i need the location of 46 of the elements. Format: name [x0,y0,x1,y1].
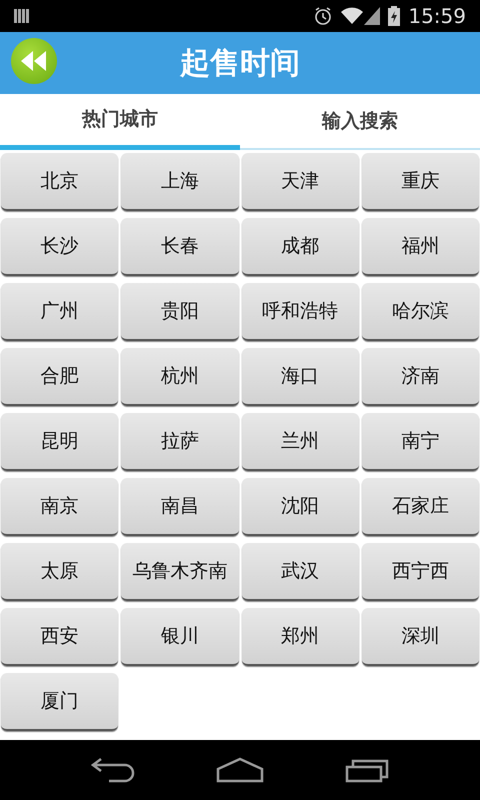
back-button[interactable] [11,38,57,84]
city-button[interactable]: 郑州 [242,608,359,666]
back-nav-icon[interactable] [90,757,135,783]
rewind-icon [21,51,47,71]
city-button[interactable]: 杭州 [121,348,238,406]
city-button[interactable]: 西安 [1,608,118,666]
clock-time: 15:59 [408,3,466,30]
page-title: 起售时间 [180,44,300,82]
city-button[interactable]: 成都 [242,218,359,276]
city-button[interactable]: 深圳 [362,608,479,666]
city-button[interactable]: 南昌 [121,478,238,536]
battery-icon [388,6,400,26]
tab[interactable]: 输入搜索 [240,94,480,148]
city-button[interactable]: 福州 [362,218,479,276]
city-button[interactable]: 重庆 [362,153,479,211]
city-button[interactable]: 厦门 [1,673,118,731]
city-button[interactable]: 哈尔滨 [362,283,479,341]
recents-nav-icon[interactable] [345,757,390,783]
city-button[interactable]: 呼和浩特 [242,283,359,341]
city-button[interactable]: 长沙 [1,218,118,276]
wifi-icon [341,7,364,25]
city-button[interactable]: 济南 [362,348,479,406]
city-button[interactable]: 拉萨 [121,413,238,471]
city-button[interactable]: 海口 [242,348,359,406]
notification-icon [14,9,30,23]
city-button[interactable]: 银川 [121,608,238,666]
city-button[interactable]: 天津 [242,153,359,211]
city-button[interactable]: 上海 [121,153,238,211]
city-button[interactable]: 长春 [121,218,238,276]
city-button[interactable]: 兰州 [242,413,359,471]
city-button[interactable]: 广州 [1,283,118,341]
city-button[interactable]: 武汉 [242,543,359,601]
city-button[interactable]: 沈阳 [242,478,359,536]
city-button[interactable]: 石家庄 [362,478,479,536]
city-button[interactable]: 南宁 [362,413,479,471]
home-nav-icon[interactable] [216,757,264,783]
signal-icon [364,7,380,25]
city-button[interactable]: 西宁西 [362,543,479,601]
city-button[interactable]: 昆明 [1,413,118,471]
city-button[interactable]: 南京 [1,478,118,536]
city-button[interactable]: 乌鲁木齐南 [121,543,238,601]
city-button[interactable]: 北京 [1,153,118,211]
city-button[interactable]: 贵阳 [121,283,238,341]
alarm-icon [313,6,334,26]
city-button[interactable]: 合肥 [1,348,118,406]
city-button[interactable]: 太原 [1,543,118,601]
